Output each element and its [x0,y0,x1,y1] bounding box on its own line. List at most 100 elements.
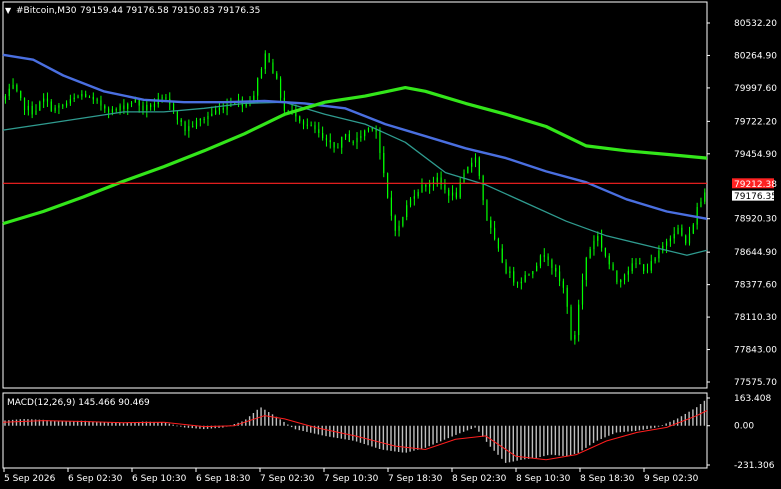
macd-histogram-bar [546,425,549,456]
price-axis-label: 77575.70 [734,378,777,388]
macd-histogram-bar [183,425,186,428]
macd-histogram-bar [497,425,499,455]
price-level-tag: 79212.38 [734,180,777,190]
candle-body [616,270,618,283]
candle-body [283,97,285,112]
macd-histogram-bar [439,425,442,442]
macd-histogram-bar [424,425,427,448]
candle-body [490,220,492,228]
macd-histogram-bar [638,425,641,431]
macd-histogram-bar [703,400,706,426]
macd-histogram-bar [355,425,358,442]
candle-body [524,275,526,282]
macd-histogram-bar [4,420,6,426]
macd-histogram-bar [111,422,113,426]
macd-histogram-bar [126,422,129,426]
trading-chart-window: 80532.20 80264.90 79997.60 79722.20 79454.90… [0,0,781,489]
macd-histogram-bar [352,425,354,441]
macd-histogram-bar [340,425,343,439]
macd-histogram-bar [8,420,10,426]
candle-body [218,107,221,111]
macd-histogram-bar [650,425,652,429]
macd-histogram-bar [451,425,453,437]
macd-histogram-bar [294,425,297,430]
candle-body [688,233,691,244]
time-axis-label: 8 Sep 10:30 [516,474,571,484]
candle-body [54,107,56,111]
macd-histogram-bar [669,421,671,426]
dropdown-arrow-icon[interactable]: ▼ [5,6,12,15]
macd-histogram-bar [279,419,281,426]
candle-body [444,184,446,190]
price-axis-label: 79997.60 [734,84,777,94]
candle-body [264,53,266,69]
macd-histogram-bar [290,425,293,428]
macd-histogram-bar [164,422,167,426]
candle-body [643,264,645,272]
candle-body [77,96,79,98]
candle-body [222,107,224,110]
candle-body [551,259,553,268]
macd-histogram-bar [122,423,125,426]
macd-histogram-bar [245,419,247,426]
candle-body [543,255,545,257]
macd-histogram-bar [11,419,14,426]
candle-body [111,109,114,113]
candle-body [81,94,83,97]
candle-body [322,132,324,139]
candle-body [612,264,614,271]
macd-histogram-bar [306,425,308,432]
price-axis-label: 78377.60 [734,281,777,291]
macd-histogram-bar [566,425,568,457]
time-axis-label: 7 Sep 18:30 [388,474,443,484]
candle-body [337,147,339,149]
macd-histogram-bar [420,425,423,449]
candle-body [46,98,49,102]
candle-body [188,126,190,132]
macd-histogram-bar [397,425,400,452]
candle-body [50,101,52,111]
candle-body [203,118,205,120]
macd-histogram-bar [699,404,702,426]
macd-histogram-bar [390,425,392,451]
macd-histogram-bar [466,425,469,431]
candle-body [211,113,213,116]
price-axis-label: 80532.20 [734,19,777,29]
macd-histogram-bar [168,423,171,426]
candle-body [153,103,156,108]
macd-histogram-bar [459,425,461,434]
candle-body [631,263,633,272]
chart-canvas[interactable]: 80532.20 80264.90 79997.60 79722.20 79454.90… [0,0,781,489]
macd-histogram-bar [264,409,266,426]
candle-body [92,96,94,100]
macd-histogram-bar [367,425,369,446]
candle-body [310,125,312,127]
candle-body [379,131,381,153]
candle-body [639,263,641,265]
macd-histogram-bar [608,425,610,436]
candle-body [413,196,415,199]
macd-histogram-bar [558,425,560,456]
macd-histogram-bar [623,425,625,432]
symbol-label: #Bitcoin,M30 [16,6,77,16]
candle-body [268,53,270,63]
macd-histogram-bar [527,425,530,459]
macd-histogram-bar [329,425,331,437]
candle-body [669,238,671,242]
candle-body [650,261,652,271]
candle-body [257,78,259,96]
candle-body [299,116,301,122]
candle-body [134,99,136,103]
macd-histogram-bar [592,425,595,443]
macd-histogram-bar [302,425,304,432]
candle-body [665,241,668,246]
candle-body [627,271,629,275]
macd-histogram-bar [65,421,67,426]
macd-histogram-bar [455,425,457,435]
candle-body [73,97,75,100]
candle-body [700,201,702,208]
candle-body [597,236,599,241]
macd-histogram-bar [585,425,587,448]
candle-body [578,304,580,336]
macd-histogram-bar [99,422,102,426]
